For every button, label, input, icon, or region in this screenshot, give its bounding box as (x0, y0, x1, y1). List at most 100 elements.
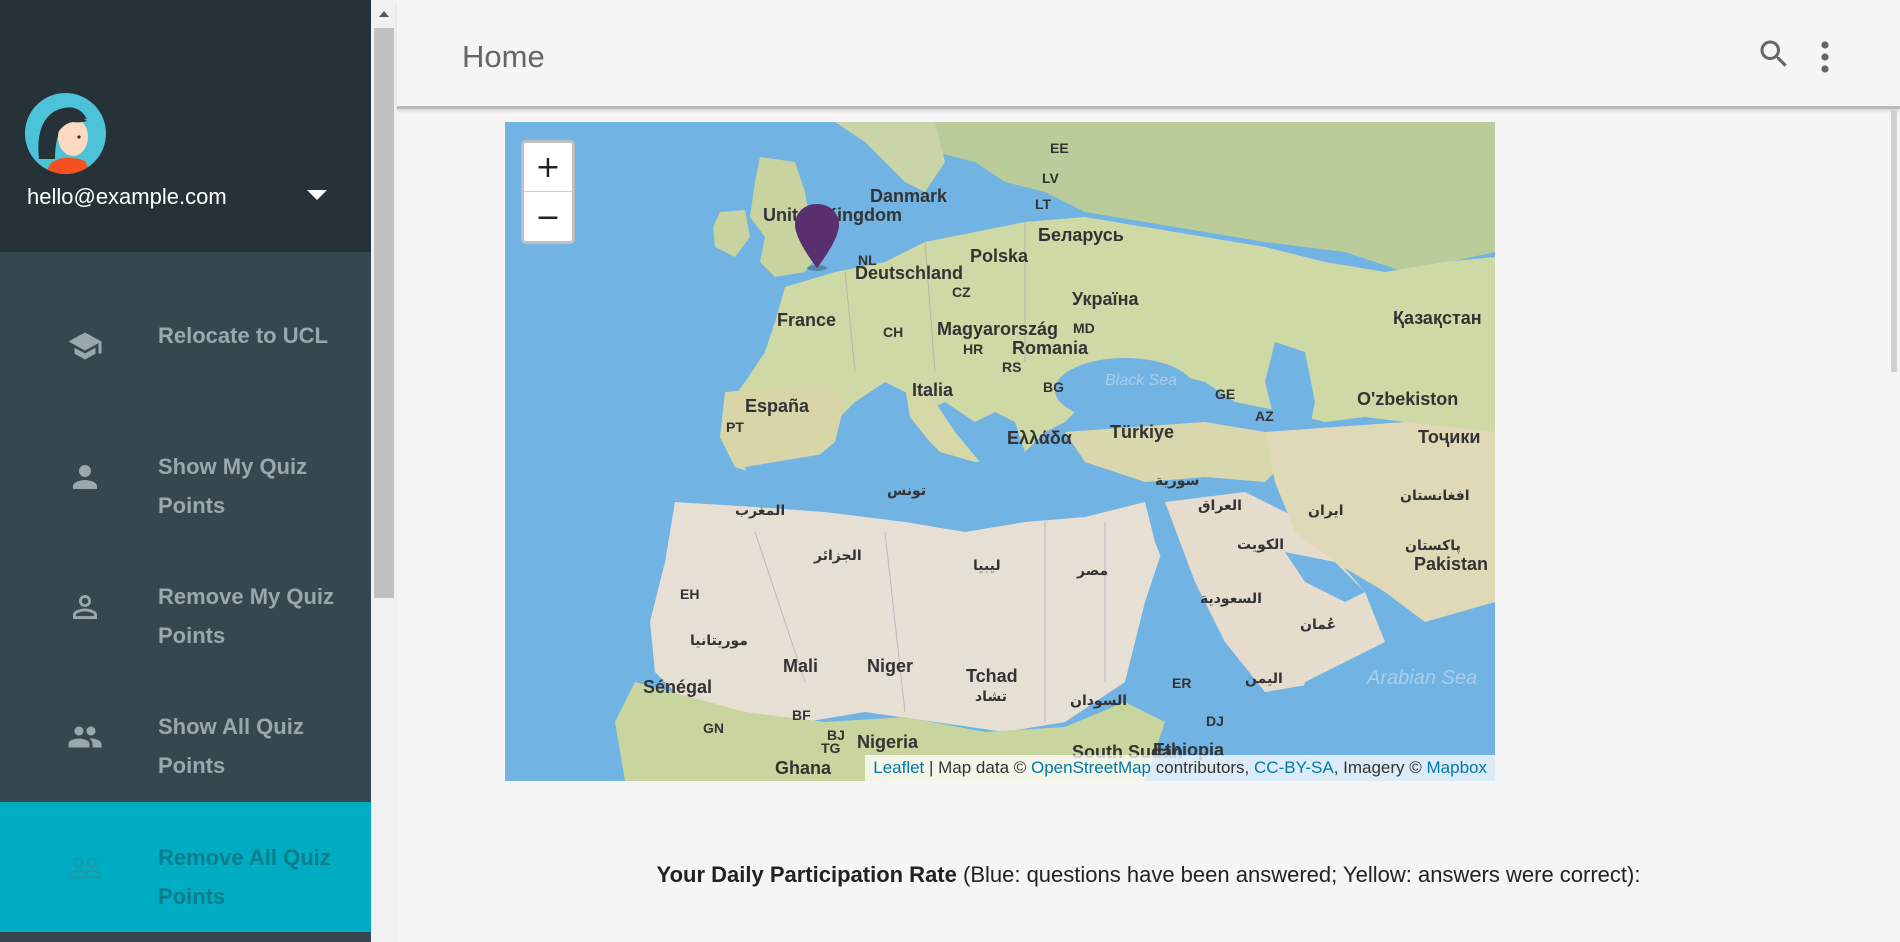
map-label-arabian-sea: Arabian Sea (1367, 667, 1478, 689)
attribution-text: , Imagery © (1333, 758, 1427, 777)
map-label-tg: TG (821, 740, 841, 756)
map-label-kuwait: الكويت (1237, 536, 1285, 552)
map-label-suriya: سورية (1155, 472, 1200, 488)
map-label-maghrib: المغرب (735, 502, 786, 518)
avatar[interactable] (25, 93, 106, 174)
map-label-lv: LV (1042, 170, 1059, 186)
caption-legend: (Blue: questions have been answered; Yel… (956, 862, 1641, 887)
map-label-er: ER (1172, 675, 1192, 691)
account-email: hello@example.com (27, 184, 227, 209)
nav-item-label: Show My Quiz Points (158, 454, 308, 518)
main-scrollbar-thumb[interactable] (1891, 110, 1897, 372)
map-label-tunis: تونس (887, 482, 927, 498)
map-label-mauritania: موريتانيا (690, 632, 748, 648)
map-attribution: Leaflet | Map data © OpenStreetMap contr… (865, 755, 1495, 781)
license-link[interactable]: CC-BY-SA (1254, 758, 1334, 777)
map-label-sudan: السودان (1070, 692, 1128, 708)
leaflet-link[interactable]: Leaflet (873, 758, 924, 777)
map-label-turkiye: Türkiye (1110, 422, 1175, 442)
map-label-bg: BG (1043, 379, 1064, 395)
avatar-illustration (25, 93, 105, 174)
person-outline-icon (73, 595, 97, 619)
zoom-control: + − (521, 140, 575, 244)
nav-item-show-all-quiz-points[interactable]: Show All Quiz Points (0, 671, 371, 801)
map-label-ch: CH (883, 324, 904, 340)
people-outline-icon (68, 857, 102, 879)
nav-item-relocate-to-ucl[interactable]: Relocate to UCL (0, 280, 371, 410)
map-label-tchad: Tchad (966, 666, 1018, 686)
map-label-magyar: Magyarország (937, 319, 1059, 339)
openstreetmap-link[interactable]: OpenStreetMap (1031, 758, 1151, 777)
more-vert-icon[interactable] (1815, 39, 1835, 75)
map-label-mali: Mali (783, 656, 819, 676)
map-label-ghana: Ghana (775, 758, 832, 778)
nav-item-label: Relocate to UCL (158, 323, 328, 348)
account-dropdown-icon[interactable] (307, 190, 327, 200)
map-label-pakistan: Pakistan (1414, 554, 1489, 574)
map-label-gn: GN (703, 720, 724, 736)
app: hello@example.com Relocate to UCL Show M… (0, 0, 1900, 942)
search-icon[interactable] (1756, 36, 1792, 72)
map-label-niger: Niger (867, 656, 914, 676)
nav-item-label: Show All Quiz Points (158, 714, 304, 778)
map-label-rs: RS (1002, 359, 1022, 375)
map-label-polska: Polska (970, 246, 1029, 266)
participation-caption: Your Daily Participation Rate (Blue: que… (397, 862, 1900, 888)
map-label-cz: CZ (952, 284, 971, 300)
map-label-senegal: Sénégal (643, 677, 713, 697)
caption-heading: Your Daily Participation Rate (656, 862, 957, 887)
map-label-iran: ایران (1308, 502, 1344, 518)
map-label-ukraina: Україна (1072, 289, 1139, 309)
map-label-france: France (777, 310, 837, 330)
map-label-tojiki: Тоҷики (1418, 427, 1481, 447)
attribution-text: contributors, (1151, 758, 1255, 777)
map-label-az: AZ (1255, 408, 1274, 424)
map-label-ee: EE (1050, 140, 1069, 156)
person-icon (73, 465, 97, 489)
map-label-libya: ليبيا (973, 557, 1001, 573)
map-label-belarus: Беларусь (1038, 225, 1124, 245)
top-app-bar: Home (397, 3, 1900, 109)
map-label-md: MD (1073, 320, 1095, 336)
map-view[interactable]: United Kingdom Danmark EE LV LT Беларусь… (505, 122, 1495, 781)
map-label-dj: DJ (1206, 713, 1224, 729)
map-label-italia: Italia (912, 380, 954, 400)
nav-item-label: Remove My Quiz Points (158, 584, 335, 648)
map-label-hr: HR (963, 341, 984, 357)
map-label-black-sea: Black Sea (1105, 372, 1178, 389)
main-content: Home United Kingdom Danmark EE LV LT Бел… (397, 0, 1900, 942)
map-label-iraq: العراق (1198, 497, 1242, 513)
map-label-yemen: اليمن (1245, 670, 1283, 686)
zoom-in-button[interactable]: + (524, 143, 572, 192)
nav-item-show-my-quiz-points[interactable]: Show My Quiz Points (0, 411, 371, 541)
map-label-romania: Romania (1012, 338, 1089, 358)
map-label-afghan: افغانستان (1400, 487, 1470, 503)
school-icon (68, 332, 102, 360)
sidebar: hello@example.com Relocate to UCL Show M… (0, 0, 371, 942)
map-label-saudi: السعودية (1200, 590, 1262, 606)
scroll-up-arrow-icon[interactable] (379, 11, 389, 17)
map-label-pakistan-ar: پاکستان (1405, 537, 1461, 553)
map-label-pt: PT (726, 419, 744, 435)
map-label-ge: GE (1215, 386, 1236, 402)
zoom-out-button[interactable]: − (524, 193, 572, 242)
account-header: hello@example.com (0, 0, 371, 252)
map-label-tchad-ar: تشاد (975, 688, 1007, 704)
nav-item-remove-all-quiz-points[interactable]: Remove All Quiz Points (0, 802, 371, 932)
map-label-misr: مصر (1077, 562, 1109, 578)
sidebar-scrollbar-thumb[interactable] (374, 28, 394, 598)
mapbox-link[interactable]: Mapbox (1427, 758, 1487, 777)
map-label-ellada: Ελλάδα (1007, 428, 1072, 448)
nav-item-remove-my-quiz-points[interactable]: Remove My Quiz Points (0, 541, 371, 671)
attribution-text: | Map data © (924, 758, 1031, 777)
map-label-nigeria: Nigeria (857, 732, 919, 752)
map-label-uzbekiston: O'zbekiston (1357, 389, 1459, 409)
map-label-danmark: Danmark (870, 186, 948, 206)
map-label-espana: España (745, 396, 810, 416)
map-label-deutschland: Deutschland (855, 263, 964, 283)
map-label-jazair: الجزائر (814, 547, 862, 563)
map-label-oman: عُمان (1300, 616, 1337, 632)
people-icon (68, 726, 102, 748)
map-pin-icon[interactable] (792, 202, 842, 272)
map-label-kazakhstan: Қазақстан (1393, 308, 1482, 328)
